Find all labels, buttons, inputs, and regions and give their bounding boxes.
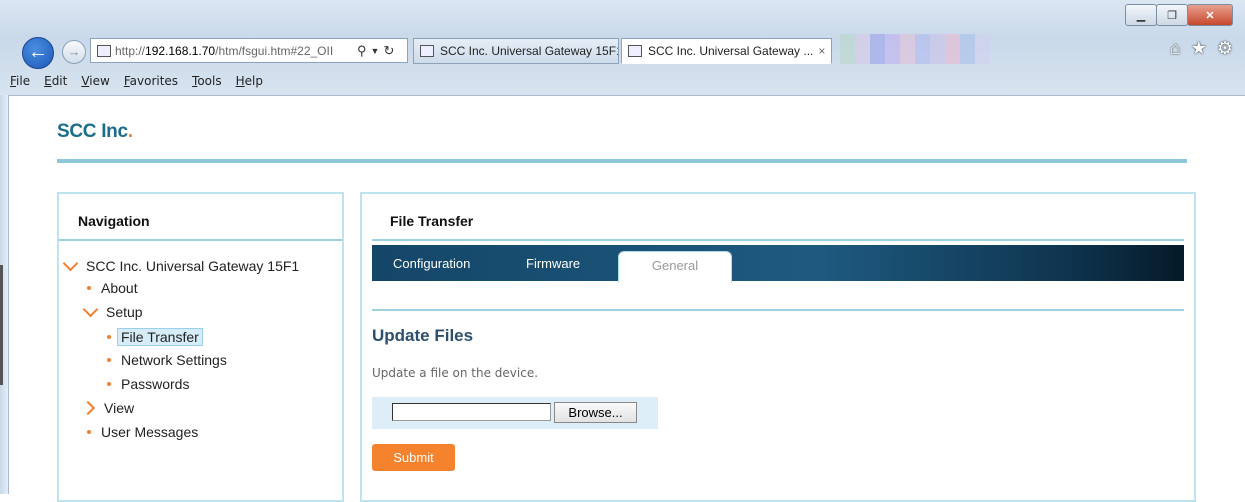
file-transfer-panel: File Transfer Configuration Firmware Gen… <box>360 192 1196 502</box>
page-icon <box>97 44 111 57</box>
section-description: Update a file on the device. <box>372 366 539 380</box>
browser-tab-1[interactable]: SCC Inc. Universal Gateway 15F1 <box>413 38 619 64</box>
menu-edit[interactable]: Edit <box>44 74 67 88</box>
tree-item-label: Network Settings <box>121 352 227 368</box>
navigation-title: Navigation <box>78 213 150 229</box>
content-divider <box>372 309 1184 311</box>
bullet-icon <box>87 430 91 434</box>
bullet-icon <box>87 286 91 290</box>
address-bar[interactable]: http://192.168.1.70/htm/fsgui.htm#22_OII… <box>90 38 408 63</box>
chevron-down-icon[interactable]: ▼ <box>371 46 380 56</box>
bullet-icon <box>107 358 111 362</box>
browser-tab-2[interactable]: SCC Inc. Universal Gateway ... × <box>621 38 832 64</box>
section-title: Update Files <box>372 326 474 345</box>
window-left-frame <box>0 95 9 494</box>
tree-item-file-transfer[interactable]: File Transfer <box>107 328 203 346</box>
tab-configuration[interactable]: Configuration <box>393 256 470 271</box>
tree-item-setup[interactable]: Setup <box>82 301 143 320</box>
page-icon <box>420 45 434 57</box>
page-title: File Transfer <box>390 213 474 229</box>
menu-file[interactable]: File <box>10 74 30 88</box>
tree-item-label: User Messages <box>101 424 199 440</box>
home-icon[interactable]: ⌂ <box>1170 38 1181 59</box>
header-divider <box>57 159 1187 163</box>
tree-item-view[interactable]: View <box>80 400 135 416</box>
tree-item-about[interactable]: About <box>87 280 138 296</box>
title-divider <box>372 239 1184 241</box>
file-upload-box: Browse... <box>372 397 658 429</box>
menu-favorites[interactable]: Favorites <box>124 74 178 88</box>
tree-item-user-messages[interactable]: User Messages <box>87 424 198 440</box>
tab-firmware[interactable]: Firmware <box>526 256 580 271</box>
tree-item-label-selected: File Transfer <box>117 328 203 346</box>
back-arrow-icon[interactable]: ← <box>22 37 54 69</box>
tab-general[interactable]: General <box>618 251 732 283</box>
tree-item-passwords[interactable]: Passwords <box>107 376 189 392</box>
chevron-down-icon[interactable] <box>82 301 99 318</box>
browser-chrome: ▁ ❐ ✕ ← → http://192.168.1.70/htm/fsgui.… <box>0 0 1245 96</box>
tree-item-label: Passwords <box>121 376 190 392</box>
bullet-icon <box>107 382 111 386</box>
close-window-icon[interactable]: ✕ <box>1187 4 1233 26</box>
navigation-divider <box>59 239 342 241</box>
search-icon[interactable]: ⚲ <box>357 43 367 59</box>
forward-arrow-icon[interactable]: → <box>62 40 86 64</box>
minimize-icon[interactable]: ▁ <box>1125 4 1157 26</box>
title-bar <box>0 0 1245 32</box>
menu-bar: File Edit View Favorites Tools Help <box>0 70 1245 92</box>
tab-label: SCC Inc. Universal Gateway 15F1 <box>440 44 619 58</box>
taskbar-decoration <box>840 34 990 64</box>
refresh-icon[interactable]: ↻ <box>383 43 394 59</box>
brand-logo: SCC Inc. <box>57 121 133 142</box>
menu-tools[interactable]: Tools <box>192 74 222 88</box>
window-controls: ▁ ❐ ✕ <box>1125 4 1233 26</box>
page-icon <box>628 45 642 57</box>
tab-label: SCC Inc. Universal Gateway ... <box>648 44 814 58</box>
tab-bar: Configuration Firmware General <box>372 245 1184 283</box>
chevron-down-icon[interactable] <box>62 255 79 272</box>
menu-view[interactable]: View <box>81 74 109 88</box>
tree-item-label: View <box>104 400 135 416</box>
star-icon[interactable]: ★ <box>1191 38 1207 59</box>
bullet-icon <box>107 335 111 339</box>
url-text: http://192.168.1.70/htm/fsgui.htm#22_OII <box>115 43 334 58</box>
tree-item-label: SCC Inc. Universal Gateway 15F1 <box>86 258 300 274</box>
tree-item-network-settings[interactable]: Network Settings <box>107 352 227 368</box>
tree-item-label: About <box>101 280 138 296</box>
maximize-icon[interactable]: ❐ <box>1156 4 1188 26</box>
tree-item-gateway[interactable]: SCC Inc. Universal Gateway 15F1 <box>62 255 300 274</box>
tree-item-label: Setup <box>106 304 143 320</box>
menu-help[interactable]: Help <box>236 74 263 88</box>
close-tab-icon[interactable]: × <box>818 44 825 58</box>
chevron-right-icon[interactable] <box>80 400 96 416</box>
navigation-panel: Navigation SCC Inc. Universal Gateway 15… <box>57 192 344 502</box>
submit-button[interactable]: Submit <box>372 444 455 471</box>
gear-icon[interactable]: ⚙ <box>1217 38 1233 59</box>
file-path-input[interactable] <box>392 403 551 421</box>
browser-toolbar-icons: ⌂ ★ ⚙ <box>1170 38 1233 59</box>
browse-button[interactable]: Browse... <box>554 402 637 423</box>
